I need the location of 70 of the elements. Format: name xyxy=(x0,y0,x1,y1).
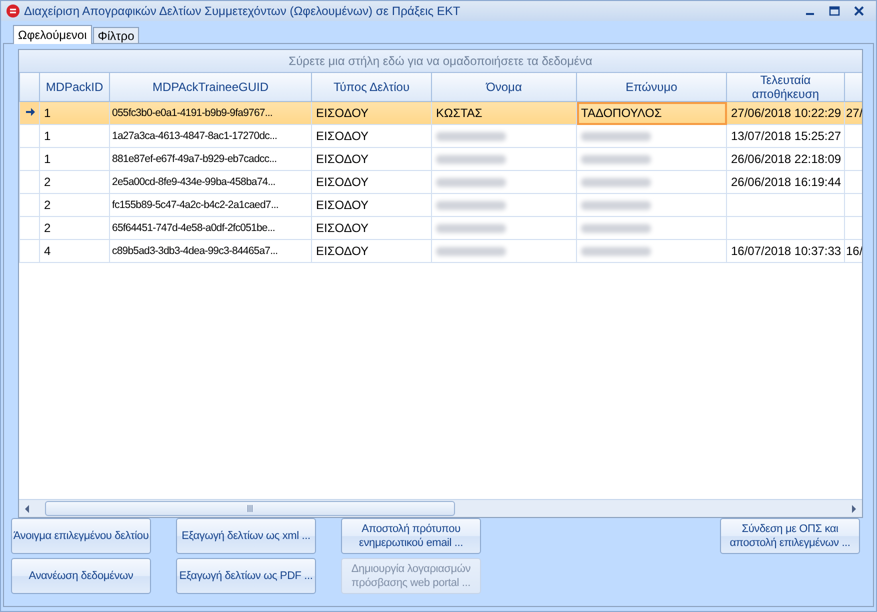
table-row[interactable]: 2 2e5a00cd-8fe9-434e-99ba-458ba74... ΕΙΣΟΔΟΥ 26/06/2018 16:19:44 xyxy=(20,170,862,194)
blurred-text xyxy=(581,155,651,164)
table-row[interactable]: 2 fc155b89-5c47-4a2c-b4c2-2a1caed7... ΕΙΣΟΔΟΥ xyxy=(20,194,862,216)
table-cell: ΕΙΣΟΔΟΥ xyxy=(312,194,432,216)
table-row[interactable]: 1 881e87ef-e67f-49a7-b929-eb7cadcc... ΕΙΣΟΔΟΥ 26/06/2018 22:18:09 xyxy=(20,148,862,170)
table-cell: ΕΙΣΟΔΟΥ xyxy=(312,124,432,148)
tab[interactable]: Φίλτρο xyxy=(92,27,140,43)
table-cell: 16/07/2018 10:37:33 xyxy=(726,240,844,262)
table-cell: ΚΩΣΤΑΣ xyxy=(432,102,576,124)
table-cell: 1 xyxy=(40,148,110,170)
action-button[interactable]: Εξαγωγή δελτίων ως PDF ... xyxy=(176,558,316,594)
table-cell: 26/06/2018 16:19:44 xyxy=(726,170,844,194)
grip-icon xyxy=(247,505,253,512)
row-indicator-header xyxy=(20,73,40,102)
blurred-text xyxy=(581,224,651,234)
table-cell: 1 xyxy=(40,102,110,124)
column-header[interactable]: MDPAckTraineeGUID xyxy=(110,73,312,102)
column-header[interactable]: Τελευταία αποθήκευση xyxy=(726,73,844,102)
blurred-text xyxy=(581,247,651,256)
table-cell: 881e87ef-e67f-49a7-b929-eb7cadcc... xyxy=(110,148,312,170)
table-cell: 055fc3b0-e0a1-4191-b9b9-9fa9767... xyxy=(110,102,312,124)
table-cell: 26/06/2018 22:18:09 xyxy=(726,148,844,170)
table-row[interactable]: 1 1a27a3ca-4613-4847-8ac1-17270dc... ΕΙΣΟΔΟΥ 13/07/2018 15:25:27 xyxy=(20,124,862,148)
blurred-text xyxy=(581,132,651,142)
table-cell: 2 xyxy=(40,216,110,240)
table-cell: ΤΑΔΟΠΟΥΛΟΣ xyxy=(576,102,726,124)
table-cell: 2 xyxy=(40,170,110,194)
table-cell: 1a27a3ca-4613-4847-8ac1-17270dc... xyxy=(110,124,312,148)
maximize-icon[interactable] xyxy=(829,6,840,16)
blurred-text xyxy=(581,201,651,210)
table-cell: 13/07/2018 15:25:27 xyxy=(726,124,844,148)
action-button[interactable]: Ανανέωση δεδομένων xyxy=(11,558,151,594)
table-cell: ΕΙΣΟΔΟΥ xyxy=(312,102,432,124)
table-cell: ΕΙΣΟΔΟΥ xyxy=(312,216,432,240)
column-header[interactable]: MDPackID xyxy=(40,73,110,102)
scroll-left-icon[interactable] xyxy=(24,504,30,512)
table-row[interactable]: 2 65f64451-747d-4e58-a0df-2fc051be... ΕΙΣΟΔΟΥ xyxy=(20,216,862,240)
scroll-right-icon[interactable] xyxy=(851,504,857,512)
blurred-text xyxy=(436,132,506,142)
action-button[interactable]: Εξαγωγή δελτίων ως xml ... xyxy=(176,518,316,554)
tab[interactable]: Ωφελούμενοι xyxy=(13,25,92,44)
blurred-text xyxy=(436,247,506,256)
table-cell: 1 xyxy=(40,124,110,148)
column-header[interactable]: Όνομα xyxy=(432,73,576,102)
table-cell: 27/06/2018 10:22:29 xyxy=(726,102,844,124)
table-cell: fc155b89-5c47-4a2c-b4c2-2a1caed7... xyxy=(110,194,312,216)
blurred-text xyxy=(581,178,651,188)
table-cell: 4 xyxy=(40,240,110,262)
blurred-text xyxy=(436,201,506,210)
table-cell: ΕΙΣΟΔΟΥ xyxy=(312,148,432,170)
blurred-text xyxy=(436,178,506,188)
table-cell: 2 xyxy=(40,194,110,216)
table-cell: 2e5a00cd-8fe9-434e-99ba-458ba74... xyxy=(110,170,312,194)
scrollbar-thumb[interactable] xyxy=(45,501,455,516)
column-header[interactable]: Επώνυμο xyxy=(576,73,726,102)
column-header[interactable]: Τύπος Δελτίου xyxy=(312,73,432,102)
window-title: Διαχείριση Απογραφικών Δελτίων Συμμετεχόντων (Ωφελουμένων) σε Πράξεις ΕΚΤ xyxy=(24,4,462,18)
table-cell: 65f64451-747d-4e58-a0df-2fc051be... xyxy=(110,216,312,240)
action-button[interactable]: Αποστολή πρότυπου ενημερωτικού email ... xyxy=(341,518,481,554)
blurred-text xyxy=(436,155,506,164)
horizontal-scrollbar[interactable] xyxy=(19,499,862,517)
current-row-arrow-icon xyxy=(24,107,34,117)
action-button[interactable]: Άνοιγμα επιλεγμένου δελτίου xyxy=(11,518,151,554)
table-cell: ΕΙΣΟΔΟΥ xyxy=(312,170,432,194)
table-cell: c89b5ad3-3db3-4dea-99c3-84465a7... xyxy=(110,240,312,262)
blurred-text xyxy=(436,224,506,234)
app-logo-icon xyxy=(6,4,20,18)
table-cell: ΕΙΣΟΔΟΥ xyxy=(312,240,432,262)
action-button[interactable]: Σύνδεση με ΟΠΣ και αποστολή επιλεγμένων ... xyxy=(720,518,860,554)
close-icon[interactable] xyxy=(854,6,864,16)
